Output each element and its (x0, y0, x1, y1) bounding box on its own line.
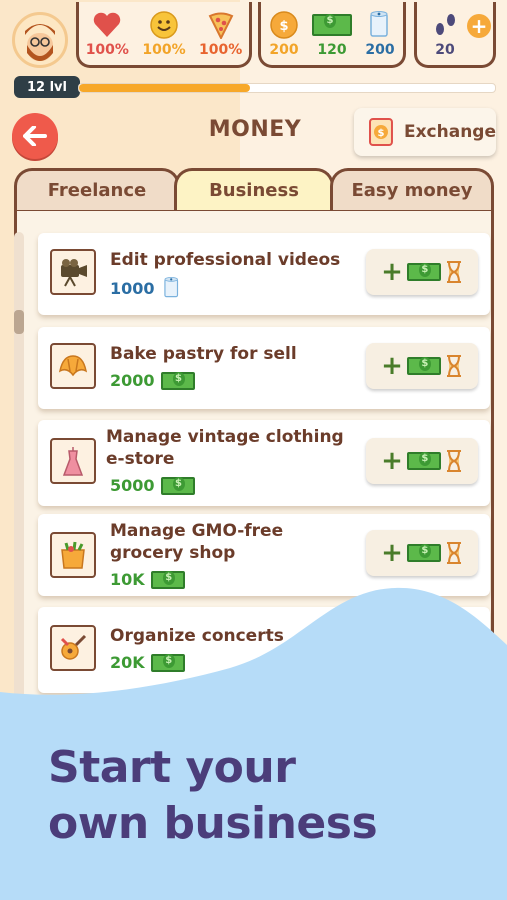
dress-icon (50, 438, 96, 484)
start-job-button[interactable]: + (366, 438, 478, 484)
hourglass-icon (446, 261, 461, 283)
back-button[interactable] (12, 113, 58, 159)
cash-icon (406, 357, 441, 375)
start-job-button[interactable]: + (366, 249, 478, 295)
job-price-value: 1000 (110, 278, 155, 298)
tab-freelance[interactable]: Freelance (14, 168, 180, 210)
job-title: Manage GMO-free grocery shop (110, 521, 284, 563)
job-price-value: 20K (110, 653, 145, 672)
camera-icon (50, 249, 96, 295)
plus-icon: + (381, 257, 403, 287)
start-job-button[interactable]: + (366, 530, 478, 576)
cash-icon (406, 263, 441, 281)
toilet-paper-stat: 200 (357, 10, 403, 58)
toilet-paper-icon (163, 277, 178, 298)
level-progress-fill (79, 84, 250, 92)
hourglass-icon (446, 355, 461, 377)
currency-stats-panel: $ 200 120 200 (258, 2, 406, 68)
grocery-bag-icon (50, 532, 96, 578)
plus-icon: + (381, 351, 403, 381)
job-price: 2000 (110, 371, 195, 390)
happiness-value: 100% (142, 42, 186, 58)
svg-text:$: $ (378, 128, 385, 139)
cash-value: 120 (317, 42, 347, 58)
exchange-label: Exchange (403, 122, 496, 142)
job-price: 10K (110, 570, 185, 589)
plus-icon: + (381, 538, 403, 568)
needs-stats-panel: 100% 100% 100% (76, 2, 252, 68)
job-price: 1000 (110, 277, 183, 299)
job-card: Edit professional videos 1000 + (38, 233, 490, 315)
plus-icon: + (381, 446, 403, 476)
hourglass-icon (446, 450, 461, 472)
pizza-icon (207, 10, 235, 40)
job-card: Bake pastry for sell 2000 + (38, 327, 490, 409)
job-price-value: 2000 (110, 371, 155, 390)
job-title: Organize concerts (110, 626, 284, 646)
cash-icon (160, 371, 195, 390)
level-badge: 12 lvl (14, 76, 80, 98)
steps-value: 20 (435, 42, 455, 58)
tab-business[interactable]: Business (174, 168, 334, 210)
plus-icon: + (470, 14, 488, 38)
svg-text:$: $ (279, 19, 288, 34)
cash-icon (150, 570, 185, 589)
steps-stats-panel: 20 + (414, 2, 496, 68)
toilet-paper-value: 200 (365, 42, 395, 58)
job-card: Manage vintage clothing e-store 5000 + (38, 420, 490, 506)
tab-easy-money[interactable]: Easy money (330, 168, 494, 210)
job-title: Manage vintage clothing e-store (106, 427, 344, 469)
guitar-icon (50, 625, 96, 671)
cash-stat: 120 (307, 10, 357, 58)
hourglass-icon (446, 542, 461, 564)
page-title: MONEY (208, 117, 302, 142)
cash-icon (160, 476, 195, 495)
job-price-value: 10K (110, 570, 145, 589)
start-job-button[interactable]: + (366, 343, 478, 389)
footprints-icon (431, 10, 459, 40)
coin-stat: $ 200 (261, 10, 307, 58)
cash-icon (406, 452, 441, 470)
back-arrow-icon (23, 126, 47, 146)
level-progress-bar (78, 83, 496, 93)
food-value: 100% (199, 42, 243, 58)
croissant-icon (50, 343, 96, 389)
coin-icon: $ (270, 10, 298, 40)
coin-value: 200 (269, 42, 299, 58)
promo-headline: Start your own business (48, 740, 378, 852)
job-title: Bake pastry for sell (110, 344, 297, 364)
add-steps-button[interactable]: + (467, 14, 491, 38)
cash-icon (312, 10, 352, 40)
exchange-button[interactable]: $ Exchange (354, 108, 496, 156)
player-avatar[interactable] (12, 12, 68, 68)
job-card: Organize concerts 20K (38, 607, 490, 693)
heart-icon (93, 10, 121, 40)
health-stat: 100% (79, 10, 135, 58)
food-stat: 100% (193, 10, 249, 58)
job-title: Edit professional videos (110, 250, 341, 270)
job-price: 20K (110, 653, 185, 672)
job-price-value: 5000 (110, 476, 155, 495)
scrollbar[interactable] (14, 232, 24, 702)
toilet-paper-icon (368, 10, 392, 40)
health-value: 100% (85, 42, 129, 58)
promo-line-2: own business (48, 798, 378, 849)
scroll-thumb[interactable] (14, 310, 24, 334)
exchange-icon: $ (368, 118, 393, 146)
cash-icon (150, 653, 185, 672)
cash-icon (406, 544, 441, 562)
job-card: Manage GMO-free grocery shop 10K + (38, 514, 490, 596)
job-price: 5000 (110, 476, 195, 495)
smile-icon (150, 10, 178, 40)
promo-line-1: Start your (48, 742, 296, 793)
happiness-stat: 100% (136, 10, 192, 58)
steps-stat: 20 (427, 10, 463, 58)
